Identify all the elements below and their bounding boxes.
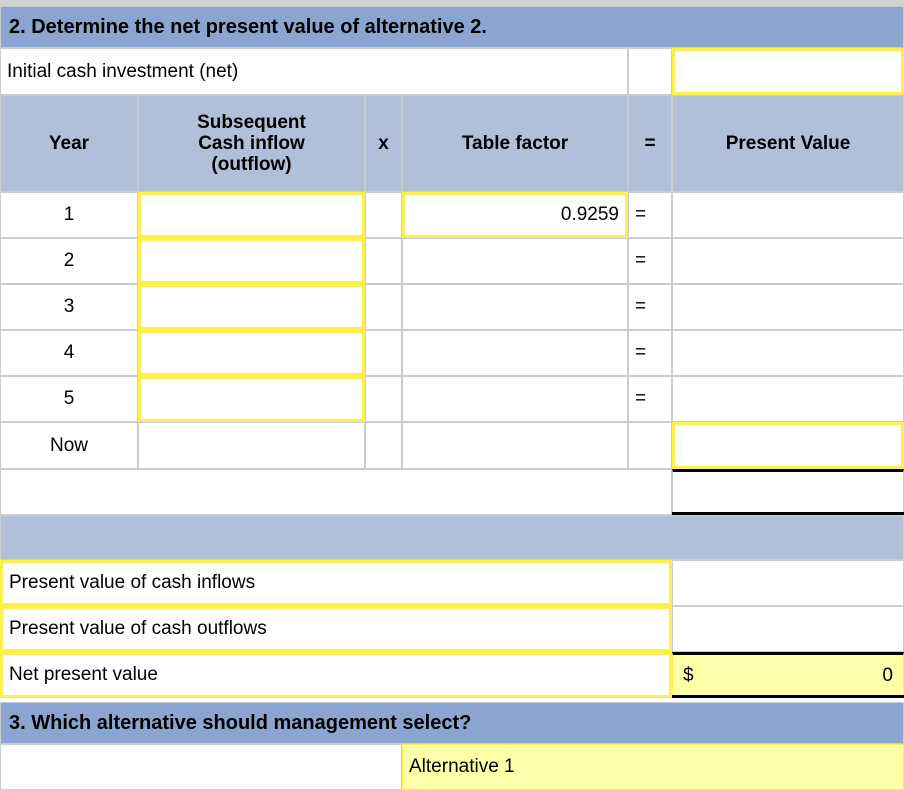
header-present-value-label: Present Value [725, 132, 851, 154]
header-equals-label: = [644, 132, 656, 154]
table-row-year-label: 5 [0, 376, 138, 422]
table-row-year-label: 3 [0, 284, 138, 330]
present-value-cell-year-3 [672, 284, 904, 330]
table-row-year-label: Now [0, 422, 138, 469]
pv-cash-inflows-label[interactable]: Present value of cash inflows [0, 560, 672, 606]
table-factor-cell-year-3[interactable] [402, 284, 628, 330]
section-3-title: 3. Which alternative should management s… [0, 702, 904, 744]
header-year-label: Year [48, 132, 90, 154]
total-row-left-blank [0, 469, 672, 515]
header-times-label: x [378, 132, 389, 154]
equals-cell-year-4: = [628, 330, 672, 376]
section-3-answer-left-blank [0, 744, 402, 790]
net-present-value-currency-symbol: $ [683, 665, 694, 686]
column-header-times: x [365, 95, 402, 192]
present-value-cell-year-2 [672, 238, 904, 284]
column-header-equals: = [628, 95, 672, 192]
times-cell-now [365, 422, 402, 469]
cash-flow-input-year-5[interactable] [138, 376, 365, 422]
table-row-year-label: 4 [0, 330, 138, 376]
header-cash-flow-line1: Subsequent [197, 111, 306, 133]
table-factor-cell-year-2[interactable] [402, 238, 628, 284]
times-cell-year-5 [365, 376, 402, 422]
column-header-table-factor: Table factor [402, 95, 628, 192]
table-row-year-label: 2 [0, 238, 138, 284]
equals-cell-year-1: = [628, 192, 672, 238]
initial-investment-spacer [628, 48, 672, 95]
column-header-present-value: Present Value [672, 95, 904, 192]
pv-cash-outflows-value [672, 606, 904, 652]
table-factor-cell-year-4[interactable] [402, 330, 628, 376]
table-row-year-label: 1 [0, 192, 138, 238]
present-value-cell-year-1 [672, 192, 904, 238]
cash-flow-input-year-4[interactable] [138, 330, 365, 376]
header-cash-flow-line2: Cash inflow [198, 132, 305, 154]
table-factor-cell-year-5[interactable] [402, 376, 628, 422]
net-present-value-label[interactable]: Net present value [0, 652, 672, 698]
table-factor-input-year-1[interactable]: 0.9259 [402, 192, 628, 238]
present-value-total-cell [672, 469, 904, 515]
present-value-cell-year-4 [672, 330, 904, 376]
cash-flow-input-year-3[interactable] [138, 284, 365, 330]
table-factor-cell-now[interactable] [402, 422, 628, 469]
times-cell-year-2 [365, 238, 402, 284]
present-value-input-now[interactable] [672, 422, 904, 469]
present-value-cell-year-5 [672, 376, 904, 422]
net-present-value-result: $ 0 [672, 652, 904, 698]
times-cell-year-1 [365, 192, 402, 238]
cash-flow-input-year-2[interactable] [138, 238, 365, 284]
alternative-select[interactable]: Alternative 1 [402, 744, 904, 790]
section-2-title: 2. Determine the net present value of al… [0, 6, 904, 48]
net-present-value-double-rule [672, 695, 904, 698]
header-table-factor-label: Table factor [461, 132, 569, 154]
column-header-cash-flow: Subsequent Cash inflow (outflow) [138, 95, 365, 192]
worksheet: 2. Determine the net present value of al… [0, 0, 904, 790]
column-header-year: Year [0, 95, 138, 192]
initial-investment-input[interactable] [672, 48, 904, 95]
equals-cell-now [628, 422, 672, 469]
times-cell-year-4 [365, 330, 402, 376]
net-present-value-amount: 0 [882, 665, 893, 686]
pv-cash-outflows-label[interactable]: Present value of cash outflows [0, 606, 672, 652]
cash-flow-cell-now[interactable] [138, 422, 365, 469]
section-spacer-band [0, 515, 904, 560]
header-cash-flow-line3: (outflow) [211, 154, 292, 176]
equals-cell-year-5: = [628, 376, 672, 422]
equals-cell-year-3: = [628, 284, 672, 330]
pv-cash-inflows-value [672, 560, 904, 606]
cash-flow-input-year-1[interactable] [138, 192, 365, 238]
equals-cell-year-2: = [628, 238, 672, 284]
times-cell-year-3 [365, 284, 402, 330]
initial-investment-label: Initial cash investment (net) [0, 48, 628, 95]
